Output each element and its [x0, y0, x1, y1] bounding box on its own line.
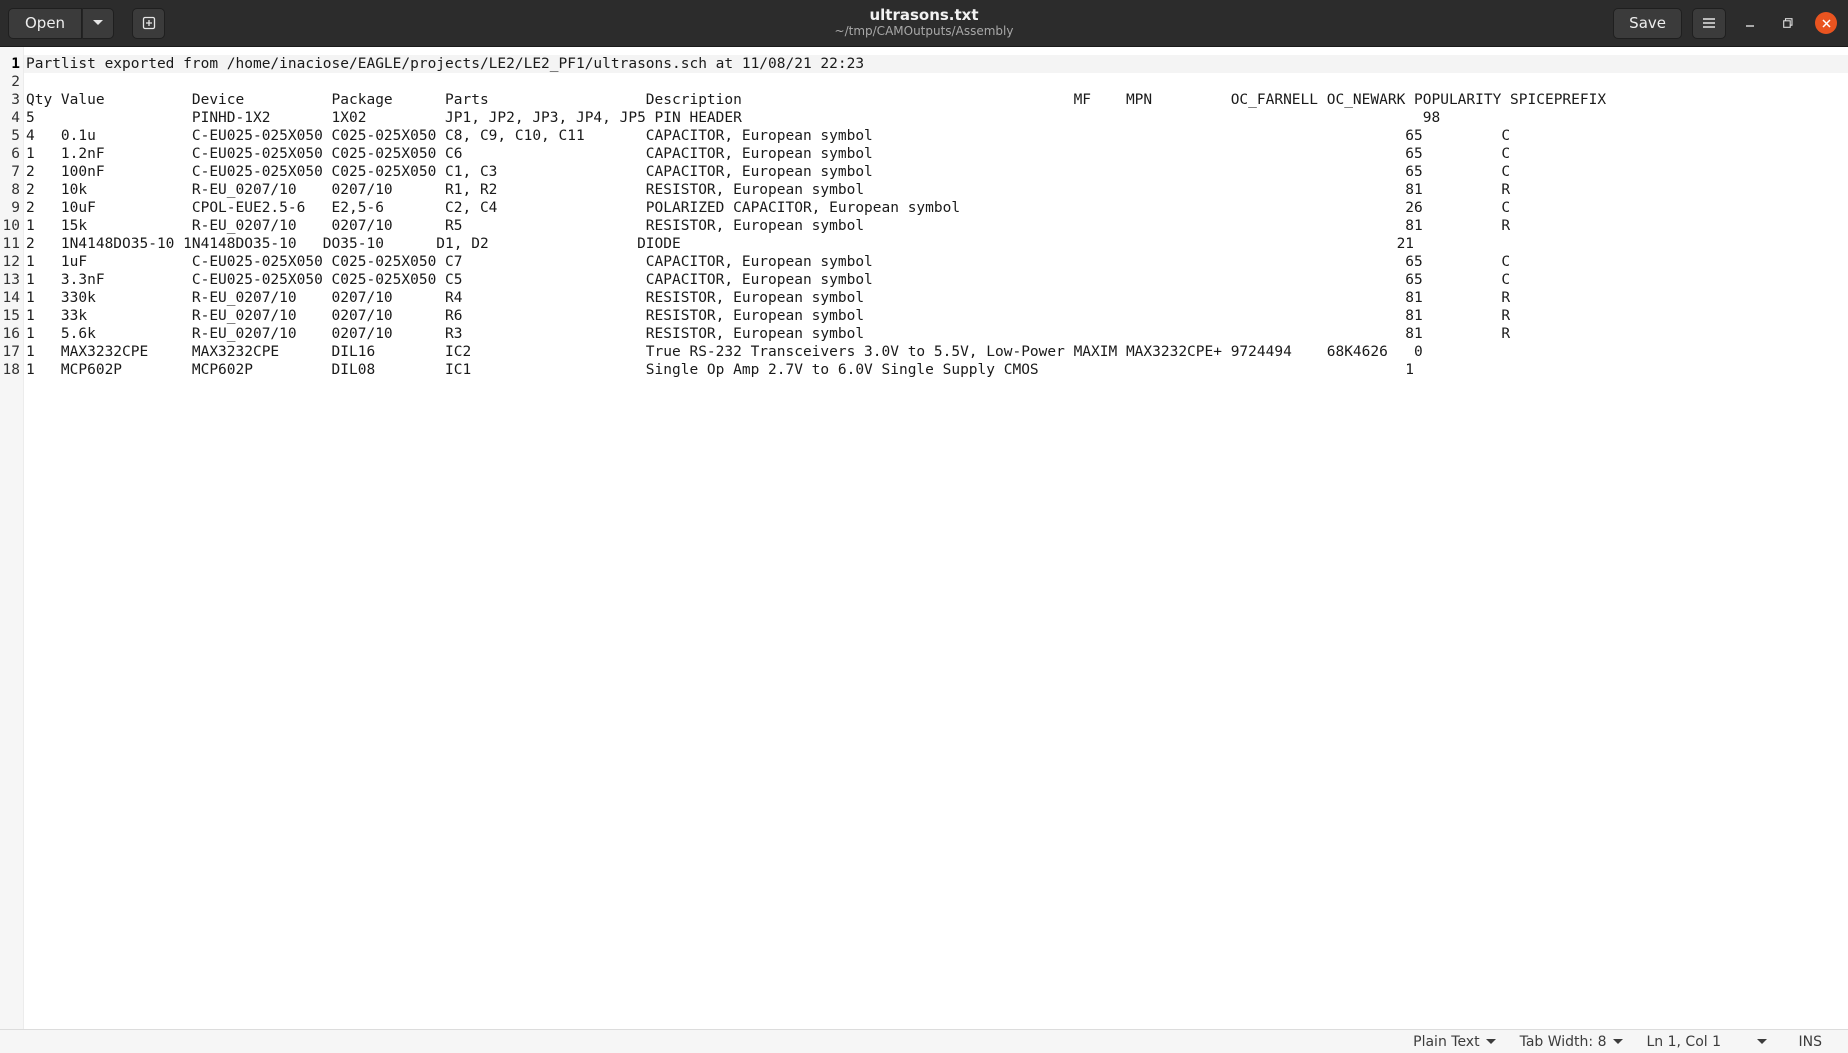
line-number: 16: [2, 326, 20, 342]
save-button[interactable]: Save: [1613, 7, 1682, 39]
status-bar: Plain Text Tab Width: 8 Ln 1, Col 1 INS: [0, 1029, 1848, 1053]
maximize-button[interactable]: [1774, 9, 1802, 37]
text-line: 2 100nF C-EU025-025X050 C025-025X050 C1,…: [26, 163, 1848, 181]
text-line-content: 1 5.6k R-EU_0207/10 0207/10 R3 RESISTOR,…: [26, 326, 1511, 342]
text-view[interactable]: Partlist exported from /home/inaciose/EA…: [24, 47, 1848, 1029]
text-line-content: 1 MCP602P MCP602P DIL08 IC1 Single Op Am…: [26, 362, 1415, 378]
line-number: 13: [2, 272, 20, 288]
chevron-down-icon: [93, 20, 104, 25]
hamburger-menu-button[interactable]: [1692, 7, 1726, 39]
line-number: 2: [11, 74, 20, 90]
line-number: 12: [2, 254, 20, 270]
window-title: ultrasons.txt: [869, 6, 979, 24]
line-number-gutter: 1 2 3 4 5 6 7 8 9 10 11 12 13 14 15 16 17 18: [0, 47, 24, 1029]
line-number: 1: [11, 56, 20, 72]
line-number: 6: [11, 146, 20, 162]
text-line-content: 1 3.3nF C-EU025-025X050 C025-025X050 C5 …: [26, 272, 1511, 288]
line-number: 11: [2, 236, 20, 252]
text-line: 1 3.3nF C-EU025-025X050 C025-025X050 C5 …: [26, 271, 1848, 289]
restore-icon: [1783, 18, 1793, 28]
line-number: 17: [2, 344, 20, 360]
text-line-content: 1 330k R-EU_0207/10 0207/10 R4 RESISTOR,…: [26, 290, 1511, 306]
text-line: 1 MCP602P MCP602P DIL08 IC1 Single Op Am…: [26, 361, 1848, 379]
close-button[interactable]: [1815, 12, 1837, 34]
text-editor-window: Open ultrasons.txt ~/tmp/CAMOutputs/Asse…: [0, 0, 1848, 1053]
close-icon: [1821, 18, 1831, 28]
line-number: 18: [2, 362, 20, 378]
title-block: ultrasons.txt ~/tmp/CAMOutputs/Assembly: [0, 0, 1848, 46]
editor-area: 1 2 3 4 5 6 7 8 9 10 11 12 13 14 15 16 17 18 Partlist exp…: [0, 47, 1848, 1029]
open-dropdown-button[interactable]: [82, 7, 115, 39]
header-left-group: Open: [8, 7, 166, 39]
text-line: [26, 73, 1848, 91]
window-subtitle: ~/tmp/CAMOutputs/Assembly: [834, 24, 1014, 38]
text-line-content: 1 1.2nF C-EU025-025X050 C025-025X050 C6 …: [26, 146, 1511, 162]
line-number: 7: [11, 164, 20, 180]
text-line-content: 4 0.1u C-EU025-025X050 C025-025X050 C8, …: [26, 128, 1511, 144]
hamburger-icon: [1703, 18, 1715, 28]
text-line-content: 1 33k R-EU_0207/10 0207/10 R6 RESISTOR, …: [26, 308, 1511, 324]
cursor-position-label: Ln 1, Col 1: [1646, 1033, 1722, 1050]
minimize-button[interactable]: [1736, 9, 1764, 37]
text-line-content: 2 10k R-EU_0207/10 0207/10 R1, R2 RESIST…: [26, 182, 1511, 198]
text-line-content: 1 1uF C-EU025-025X050 C025-025X050 C7 CA…: [26, 254, 1511, 270]
text-line: 1 15k R-EU_0207/10 0207/10 R5 RESISTOR, …: [26, 217, 1848, 235]
line-number: 10: [2, 218, 20, 234]
text-line-content: 1 15k R-EU_0207/10 0207/10 R5 RESISTOR, …: [26, 218, 1511, 234]
line-number: 14: [2, 290, 20, 306]
text-line: Partlist exported from /home/inaciose/EA…: [26, 55, 1848, 73]
language-selector[interactable]: Plain Text: [1401, 1034, 1507, 1050]
close-button-wrap: [1812, 9, 1840, 37]
insert-mode-label: INS: [1798, 1033, 1823, 1050]
text-line-content: Partlist exported from /home/inaciose/EA…: [26, 56, 865, 72]
line-number: 3: [11, 92, 20, 108]
chevron-down-icon: [1485, 1039, 1496, 1044]
text-line-content: 5 PINHD-1X2 1X02 JP1, JP2, JP3, JP4, JP5…: [26, 110, 1441, 126]
new-tab-button[interactable]: [132, 7, 166, 39]
line-number: 9: [11, 200, 20, 216]
text-line: 1 5.6k R-EU_0207/10 0207/10 R3 RESISTOR,…: [26, 325, 1848, 343]
text-line: 1 MAX3232CPE MAX3232CPE DIL16 IC2 True R…: [26, 343, 1848, 361]
text-line-content: 1 MAX3232CPE MAX3232CPE DIL16 IC2 True R…: [26, 344, 1423, 360]
text-line: 2 10uF CPOL-EUE2.5-6 E2,5-6 C2, C4 POLAR…: [26, 199, 1848, 217]
minimize-icon: [1746, 25, 1754, 27]
tab-width-label: Tab Width: 8: [1519, 1033, 1607, 1050]
line-number: 8: [11, 182, 20, 198]
line-number: 5: [11, 128, 20, 144]
text-line-content: 2 100nF C-EU025-025X050 C025-025X050 C1,…: [26, 164, 1511, 180]
text-line: 2 10k R-EU_0207/10 0207/10 R1, R2 RESIST…: [26, 181, 1848, 199]
text-line: 1 1.2nF C-EU025-025X050 C025-025X050 C6 …: [26, 145, 1848, 163]
chevron-down-icon: [1612, 1039, 1623, 1044]
chevron-down-icon: [1756, 1039, 1767, 1044]
open-button[interactable]: Open: [8, 7, 83, 39]
open-split-button: Open: [8, 7, 115, 39]
line-number: 4: [11, 110, 20, 126]
text-line-content: 2 10uF CPOL-EUE2.5-6 E2,5-6 C2, C4 POLAR…: [26, 200, 1511, 216]
insert-mode-indicator[interactable]: INS: [1779, 1034, 1835, 1050]
header-bar: Open ultrasons.txt ~/tmp/CAMOutputs/Asse…: [0, 0, 1848, 47]
header-right-group: Save: [1613, 7, 1840, 39]
line-number: 15: [2, 308, 20, 324]
text-line-content: Qty Value Device Package Parts Descripti…: [26, 92, 1607, 108]
text-line: 1 33k R-EU_0207/10 0207/10 R6 RESISTOR, …: [26, 307, 1848, 325]
cursor-position-selector[interactable]: Ln 1, Col 1: [1635, 1034, 1779, 1050]
text-line: 4 0.1u C-EU025-025X050 C025-025X050 C8, …: [26, 127, 1848, 145]
language-label: Plain Text: [1413, 1033, 1480, 1050]
tab-width-selector[interactable]: Tab Width: 8: [1508, 1034, 1635, 1050]
text-line: 2 1N4148DO35-10 1N4148DO35-10 DO35-10 D1…: [26, 235, 1848, 253]
text-line-content: 2 1N4148DO35-10 1N4148DO35-10 DO35-10 D1…: [26, 236, 1415, 252]
text-line: 1 1uF C-EU025-025X050 C025-025X050 C7 CA…: [26, 253, 1848, 271]
text-line: Qty Value Device Package Parts Descripti…: [26, 91, 1848, 109]
text-line: 1 330k R-EU_0207/10 0207/10 R4 RESISTOR,…: [26, 289, 1848, 307]
text-line: 5 PINHD-1X2 1X02 JP1, JP2, JP3, JP4, JP5…: [26, 109, 1848, 127]
new-document-icon: [142, 16, 155, 30]
